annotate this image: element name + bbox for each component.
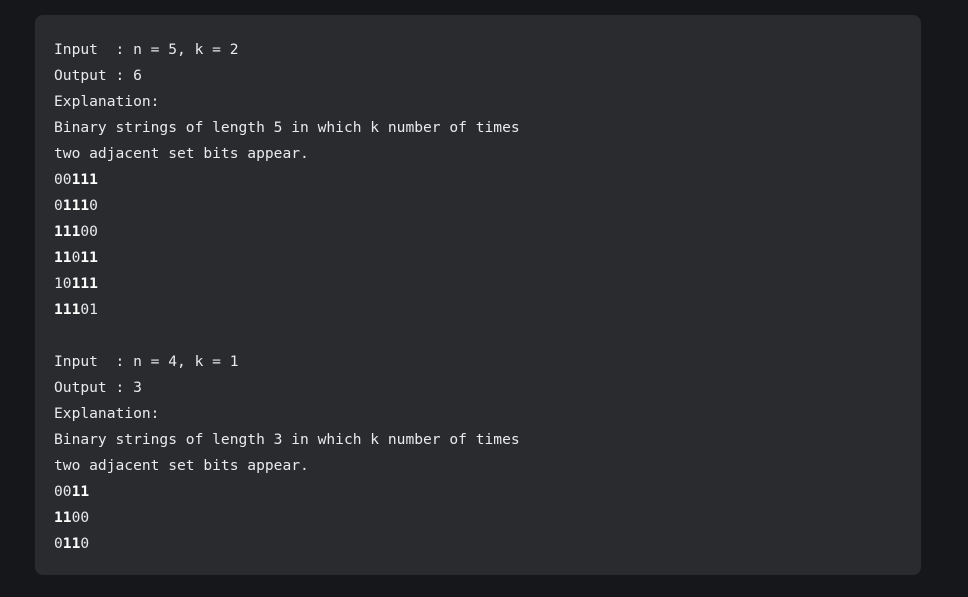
bits-segment: 0 bbox=[54, 535, 63, 552]
set-bits-segment: 111 bbox=[71, 171, 98, 188]
bits-segment: 0 bbox=[89, 197, 98, 214]
binary-string: 01110 bbox=[54, 193, 921, 219]
binary-string: 10111 bbox=[54, 271, 921, 297]
output-line-1: Output : 6 bbox=[54, 67, 142, 84]
bits-segment: 00 bbox=[54, 483, 72, 500]
explanation-label-2: Explanation: bbox=[54, 405, 160, 422]
example-text: Input : n = 5, k = 2 Output : 6 Explanatio… bbox=[54, 37, 921, 557]
set-bits-segment: 111 bbox=[54, 301, 81, 318]
description-line-1a: Binary strings of length 5 in which k nu… bbox=[54, 119, 520, 136]
input-line-1: Input : n = 5, k = 2 bbox=[54, 41, 239, 58]
bits-segment: 10 bbox=[54, 275, 72, 292]
description-line-1b: two adjacent set bits appear. bbox=[54, 145, 309, 162]
description-line-2b: two adjacent set bits appear. bbox=[54, 457, 309, 474]
bits-segment: 00 bbox=[71, 509, 90, 526]
bits-segment: 00 bbox=[54, 171, 72, 188]
set-bits-segment: 11 bbox=[71, 483, 90, 500]
code-block: Input : n = 5, k = 2 Output : 6 Explanatio… bbox=[35, 15, 921, 575]
set-bits-segment: 111 bbox=[71, 275, 98, 292]
bits-segment: 0 bbox=[54, 197, 63, 214]
set-bits-segment: 11 bbox=[54, 249, 72, 266]
binary-string: 11101 bbox=[54, 297, 921, 323]
bits-segment: 00 bbox=[80, 223, 98, 240]
bits-segment: 01 bbox=[80, 301, 98, 318]
set-bits-segment: 11 bbox=[54, 509, 72, 526]
binary-string: 1100 bbox=[54, 505, 921, 531]
set-bits-segment: 11 bbox=[62, 535, 81, 552]
binary-string: 00111 bbox=[54, 167, 921, 193]
description-line-2a: Binary strings of length 3 in which k nu… bbox=[54, 431, 520, 448]
set-bits-segment: 11 bbox=[80, 249, 98, 266]
binary-string: 11011 bbox=[54, 245, 921, 271]
explanation-label-1: Explanation: bbox=[54, 93, 160, 110]
binary-string: 0110 bbox=[54, 531, 921, 557]
binary-string: 11100 bbox=[54, 219, 921, 245]
binary-string: 0011 bbox=[54, 479, 921, 505]
input-line-2: Input : n = 4, k = 1 bbox=[54, 353, 239, 370]
output-line-2: Output : 3 bbox=[54, 379, 142, 396]
set-bits-segment: 111 bbox=[62, 197, 90, 214]
bits-segment: 0 bbox=[80, 535, 90, 552]
set-bits-segment: 111 bbox=[54, 223, 81, 240]
